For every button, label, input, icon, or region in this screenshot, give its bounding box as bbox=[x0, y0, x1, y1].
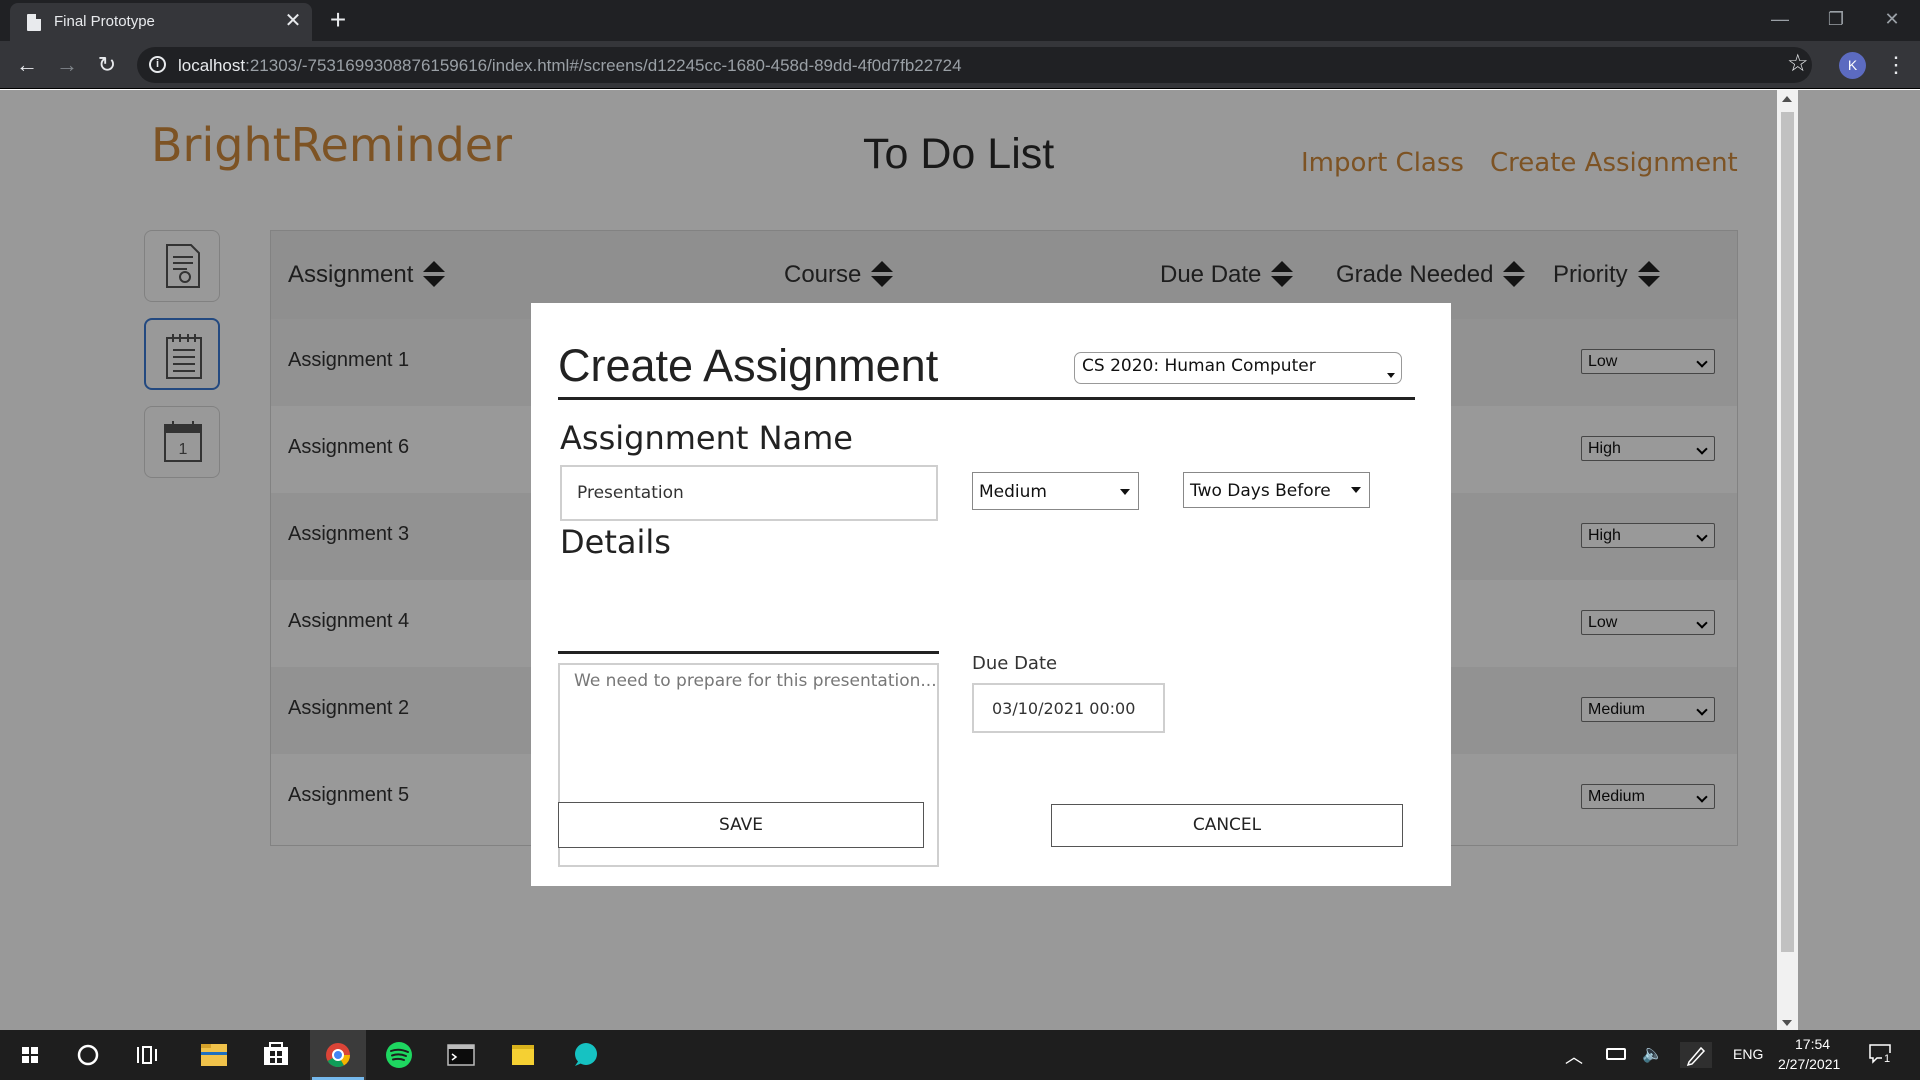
reload-button[interactable]: ↻ bbox=[91, 49, 123, 81]
address-bar[interactable]: i localhost:21303/-7531699308876159616/i… bbox=[137, 47, 1812, 83]
priority-select[interactable]: Medium bbox=[972, 472, 1139, 510]
cortana-icon[interactable] bbox=[60, 1030, 116, 1080]
new-tab-button[interactable]: + bbox=[322, 6, 354, 36]
forward-button[interactable]: → bbox=[51, 49, 83, 81]
chevron-down-icon bbox=[1120, 489, 1130, 495]
chrome-icon[interactable] bbox=[310, 1030, 366, 1080]
notifications-icon[interactable]: 1 bbox=[1868, 1043, 1893, 1065]
browser-toolbar: ← → ↻ i localhost:21303/-753169930887615… bbox=[0, 41, 1920, 89]
assignment-name-input[interactable]: Presentation bbox=[560, 465, 938, 521]
course-select[interactable]: CS 2020: Human Computer bbox=[1074, 352, 1402, 384]
browser-menu-icon[interactable]: ⋮ bbox=[1885, 50, 1907, 80]
course-select-value: CS 2020: Human Computer bbox=[1082, 356, 1316, 376]
task-view-icon[interactable] bbox=[121, 1030, 177, 1080]
url-path: :21303/-7531699308876159616/index.html#/… bbox=[245, 56, 962, 75]
windows-taskbar: ︿ 🔈 ENG 17:54 2/27/2021 1 bbox=[0, 1030, 1920, 1080]
page-favicon-icon bbox=[27, 14, 41, 31]
chevron-down-icon bbox=[1351, 487, 1361, 493]
scroll-down-icon[interactable] bbox=[1782, 1020, 1792, 1026]
reminder-select-value: Two Days Before bbox=[1190, 481, 1331, 501]
minimize-button[interactable]: — bbox=[1752, 0, 1808, 38]
sticky-notes-icon[interactable] bbox=[495, 1030, 551, 1080]
reminder-select[interactable]: Two Days Before bbox=[1183, 472, 1370, 508]
create-assignment-dialog: Create Assignment CS 2020: Human Compute… bbox=[531, 303, 1451, 886]
browser-tab[interactable]: Final Prototype ✕ bbox=[10, 3, 312, 41]
url-text: localhost:21303/-7531699308876159616/ind… bbox=[178, 56, 962, 76]
scrollbar-thumb[interactable] bbox=[1781, 112, 1794, 952]
battery-icon[interactable] bbox=[1606, 1048, 1626, 1060]
file-explorer-icon[interactable] bbox=[186, 1030, 242, 1080]
priority-select-value: Medium bbox=[979, 482, 1047, 502]
dialog-title: Create Assignment bbox=[558, 340, 939, 391]
browser-tab-strip: Final Prototype ✕ + — ❐ ✕ bbox=[0, 0, 1920, 41]
tray-chevron-up-icon[interactable]: ︿ bbox=[1565, 1043, 1583, 1069]
cancel-button[interactable]: CANCEL bbox=[1051, 804, 1403, 847]
bookmark-star-icon[interactable]: ☆ bbox=[1787, 52, 1809, 76]
due-date-input[interactable]: 03/10/2021 00:00 bbox=[972, 683, 1165, 733]
terminal-icon[interactable] bbox=[433, 1030, 489, 1080]
store-icon[interactable] bbox=[248, 1030, 304, 1080]
windows-start-icon[interactable] bbox=[2, 1030, 58, 1080]
language-indicator[interactable]: ENG bbox=[1733, 1046, 1763, 1062]
page-viewport: BrightReminder To Do List Import Class C… bbox=[0, 90, 1920, 1030]
restore-button[interactable]: ❐ bbox=[1808, 0, 1864, 38]
volume-icon[interactable]: 🔈 bbox=[1642, 1044, 1663, 1064]
chevron-down-icon bbox=[1387, 373, 1395, 378]
back-button[interactable]: ← bbox=[11, 49, 43, 81]
clock-time[interactable]: 17:54 bbox=[1795, 1036, 1830, 1052]
save-button[interactable]: SAVE bbox=[558, 802, 924, 848]
profile-avatar[interactable]: K bbox=[1839, 52, 1866, 79]
due-date-label: Due Date bbox=[972, 653, 1058, 674]
assignment-name-label: Assignment Name bbox=[560, 419, 853, 457]
tab-title: Final Prototype bbox=[54, 13, 155, 30]
pen-icon[interactable] bbox=[1680, 1042, 1712, 1068]
app-icon[interactable] bbox=[557, 1030, 613, 1080]
tab-close-icon[interactable]: ✕ bbox=[282, 10, 304, 32]
url-host: localhost bbox=[178, 56, 246, 75]
title-divider bbox=[558, 397, 1415, 400]
window-close-button[interactable]: ✕ bbox=[1864, 0, 1920, 38]
page-scrollbar[interactable] bbox=[1777, 90, 1798, 1030]
spotify-icon[interactable] bbox=[371, 1030, 427, 1080]
notification-count: 1 bbox=[1882, 1053, 1893, 1065]
details-label: Details bbox=[560, 523, 671, 561]
site-info-icon[interactable]: i bbox=[149, 56, 166, 73]
details-divider bbox=[558, 651, 939, 654]
scroll-up-icon[interactable] bbox=[1782, 96, 1792, 102]
clock-date[interactable]: 2/27/2021 bbox=[1778, 1056, 1840, 1072]
